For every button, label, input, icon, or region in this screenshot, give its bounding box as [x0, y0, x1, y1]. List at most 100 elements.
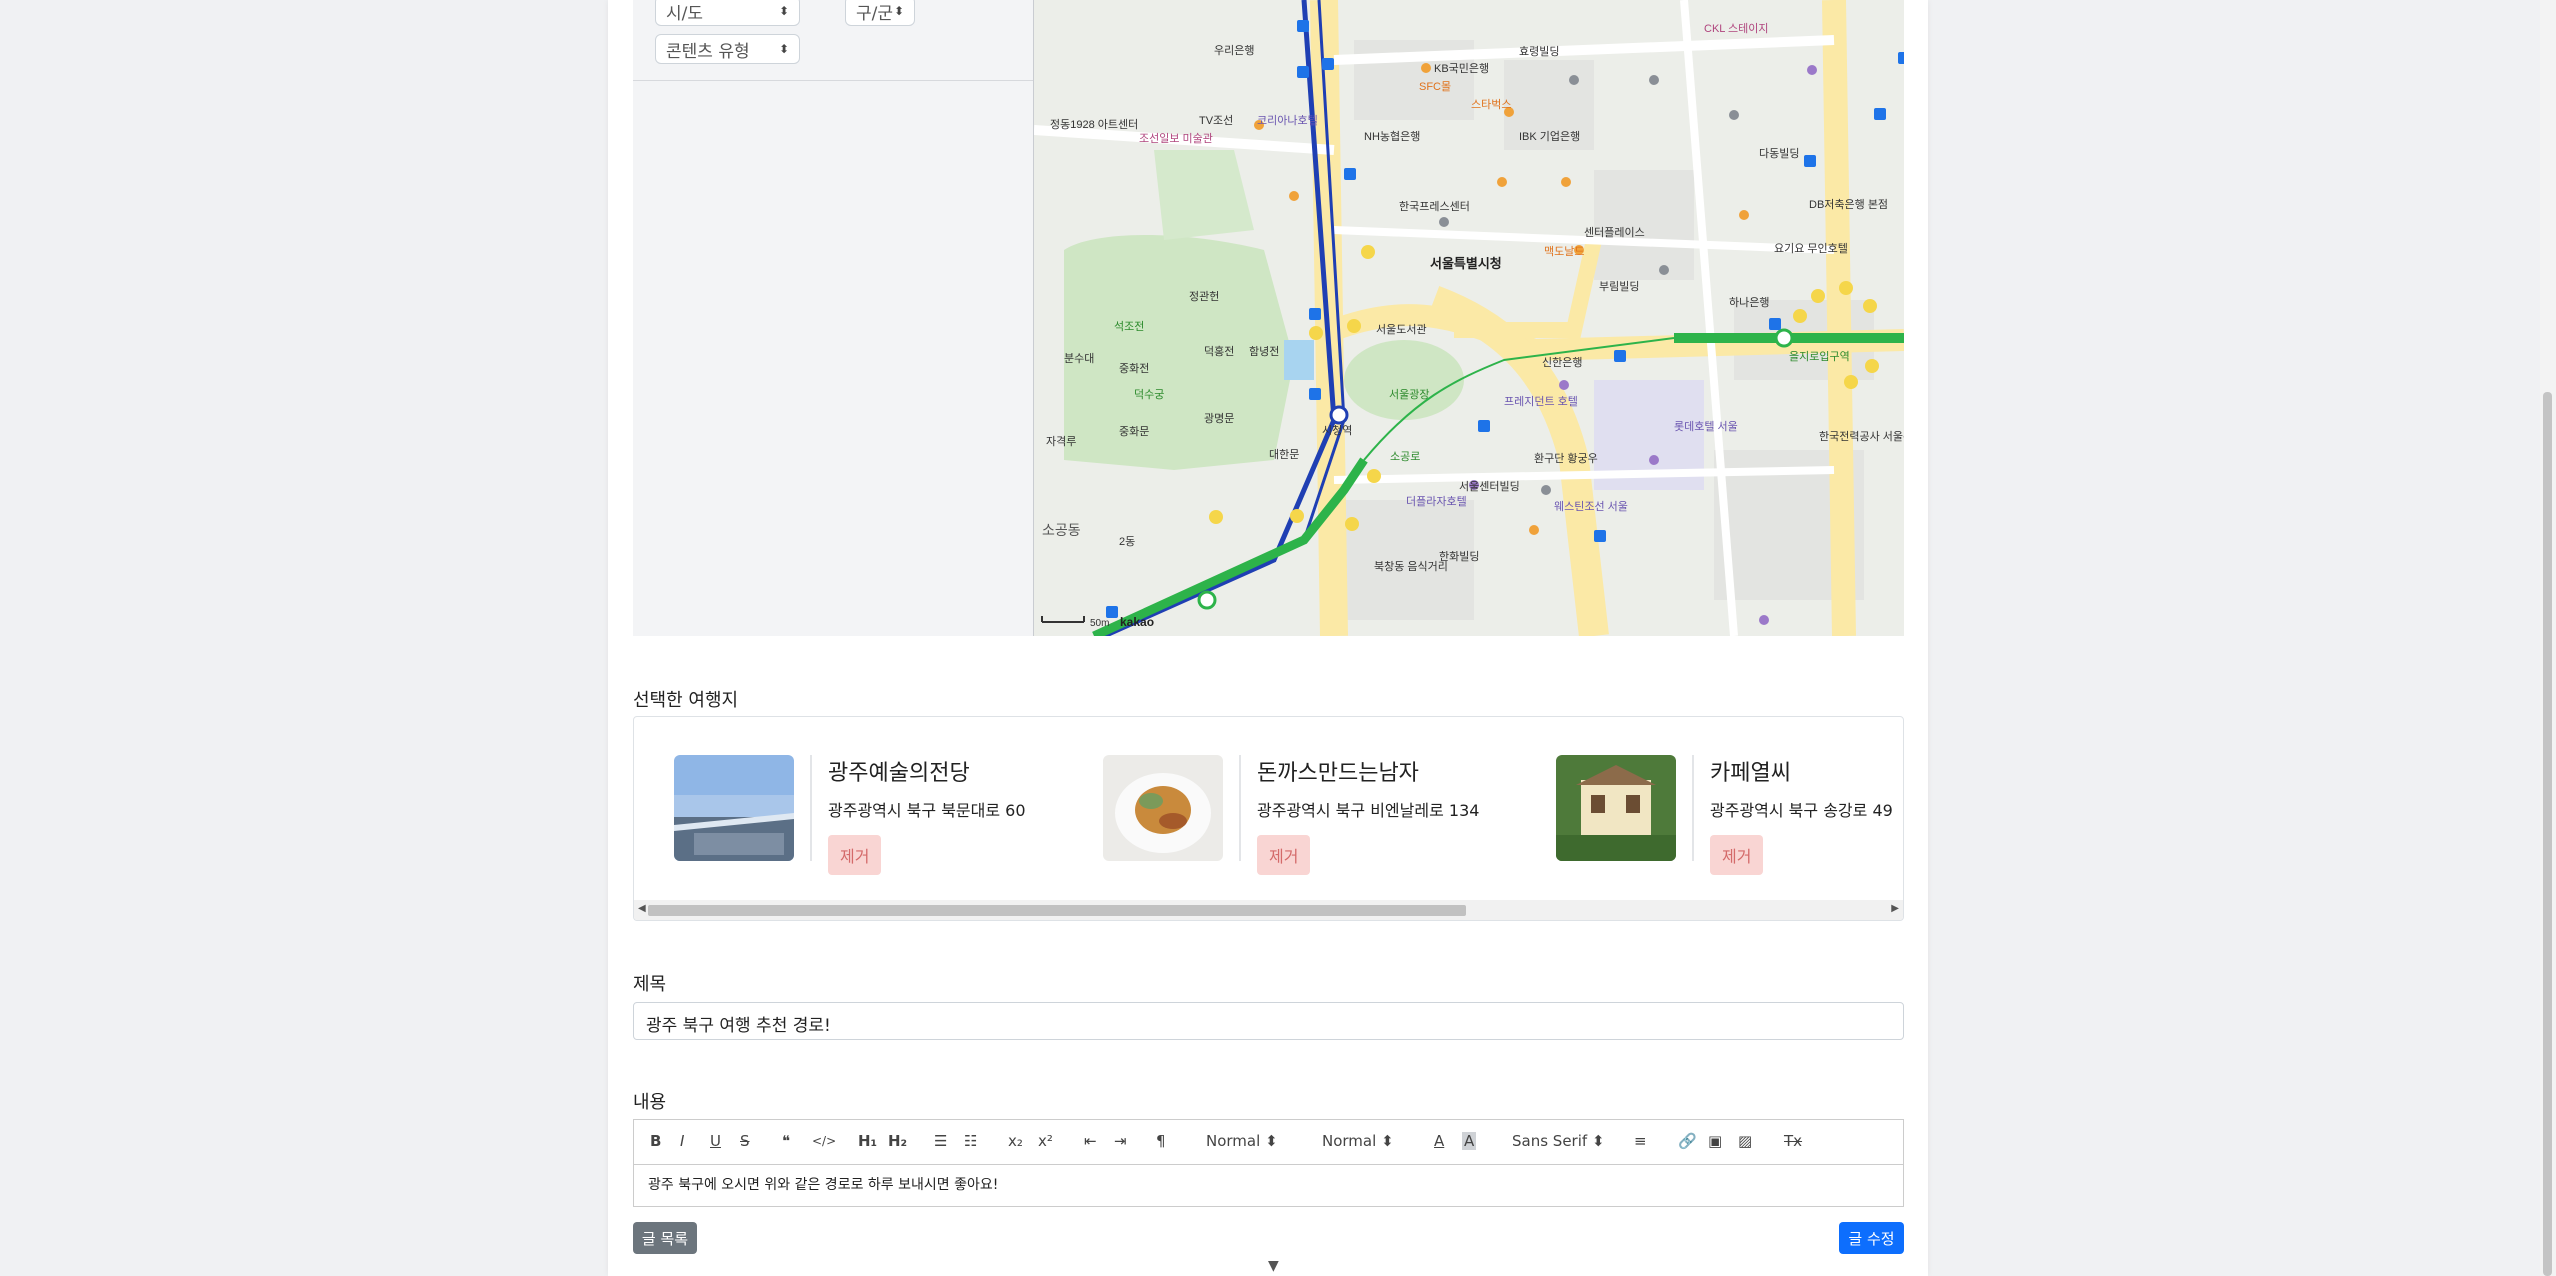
map-view[interactable]: 서울특별시청 서울도서관 서울광장 석조전 정관헌 덕홍전 함녕전 중화전 중화… [1034, 0, 1904, 636]
map-label-centre-place: 센터플레이스 [1584, 226, 1645, 239]
filter-panel [633, 0, 1035, 636]
map-label-tv-chosun: TV조선 [1199, 114, 1233, 127]
map-label-sogongro: 소공로 [1390, 450, 1420, 463]
map-label-dada: 다동빌딩 [1759, 147, 1799, 160]
map-label-city-hall-station: 시청역 [1322, 424, 1352, 437]
district-select[interactable]: 구/군 ⬍ [845, 0, 915, 26]
outdent-icon[interactable]: ⇤ [1084, 1132, 1097, 1150]
province-select[interactable]: 시/도 ⬍ [655, 0, 800, 26]
map-label-2dong: 2동 [1119, 536, 1135, 548]
align-icon[interactable]: ≡ [1634, 1132, 1647, 1150]
map-label-bunsudae: 분수대 [1064, 352, 1094, 365]
chevron-down-icon: ⬍ [778, 42, 789, 56]
map-label-chosun-museum: 조선일보 미술관 [1139, 131, 1213, 145]
map-label-seoul-center: 서울센터빌딩 [1459, 480, 1520, 493]
scroll-right-icon[interactable]: ▶ [1891, 903, 1899, 914]
text-color-button[interactable]: A [1434, 1132, 1444, 1150]
divider [1692, 755, 1694, 861]
province-select-value: 시/도 [666, 3, 704, 24]
strike-button[interactable]: S [740, 1132, 750, 1150]
divider [1239, 755, 1241, 861]
blockquote-button[interactable]: ❝ [782, 1132, 790, 1150]
subscript-button[interactable]: x₂ [1008, 1132, 1023, 1150]
map-label-ckl: CKL 스테이지 [1704, 22, 1769, 35]
h1-button[interactable]: H₁ [858, 1132, 877, 1150]
map-label-db: DB저축은행 본점 [1809, 198, 1888, 211]
map-label-korea-press: 한국프레스센터 [1399, 200, 1470, 213]
map-label-kb: KB국민은행 [1434, 62, 1489, 75]
remove-button[interactable]: 제거 [1710, 835, 1764, 875]
underline-button[interactable]: U [710, 1132, 721, 1150]
editor-content[interactable]: 광주 북구에 오시면 위와 같은 경로로 하루 보내시면 좋아요! [648, 1174, 998, 1194]
list-item: 광주예술의전당 광주광역시 북구 북문대로 60 제거 [674, 755, 1026, 875]
video-icon[interactable]: ▣ [1708, 1132, 1722, 1150]
ordered-list-icon[interactable]: ☰ [934, 1132, 947, 1150]
code-button[interactable]: </> [812, 1134, 836, 1148]
font-select[interactable]: Sans Serif ⬍ [1512, 1132, 1605, 1150]
remove-button[interactable]: 제거 [1257, 835, 1311, 875]
map-label-uri-bank: 우리은행 [1214, 44, 1254, 57]
chevron-down-icon: ⬍ [778, 4, 789, 18]
map-label-junghwamun: 중화문 [1119, 425, 1149, 438]
place-name: 돈까스만드는남자 [1257, 761, 1419, 786]
indent-icon[interactable]: ⇥ [1114, 1132, 1127, 1150]
header-select-value: Normal [1206, 1132, 1261, 1150]
chevron-down-icon: ⬍ [893, 4, 904, 18]
map-label-ibk: IBK 기업은행 [1519, 130, 1580, 143]
superscript-button[interactable]: x² [1038, 1132, 1053, 1150]
size-select-value: Normal [1322, 1132, 1377, 1150]
title-input[interactable]: 광주 북구 여행 추천 경로! [633, 1002, 1904, 1040]
place-thumbnail [674, 755, 794, 861]
edit-button[interactable]: 글 수정 [1839, 1222, 1904, 1254]
map-label-lotte-hotel: 롯데호텔 서울 [1674, 420, 1738, 433]
direction-rtl-button[interactable]: ¶ [1156, 1132, 1166, 1150]
header-select[interactable]: Normal ⬍ [1206, 1132, 1278, 1150]
list-item: 돈까스만드는남자 광주광역시 북구 비엔날레로 134 제거 [1103, 755, 1480, 875]
map-label-library: 서울도서관 [1376, 323, 1427, 336]
map-label-westin: 웨스틴조선 서울 [1554, 500, 1628, 513]
map-label-deoksugung: 덕수궁 [1134, 388, 1164, 401]
scrollbar-thumb[interactable] [648, 905, 1466, 916]
scroll-down-icon[interactable]: ▼ [1268, 1258, 1279, 1274]
italic-button[interactable]: I [680, 1132, 684, 1150]
map-label-seokjojeon: 석조전 [1114, 320, 1144, 333]
content-type-select[interactable]: 콘텐츠 유형 ⬍ [655, 34, 800, 64]
font-select-value: Sans Serif [1512, 1132, 1588, 1150]
list-button[interactable]: 글 목록 [633, 1222, 697, 1254]
h2-button[interactable]: H₂ [888, 1132, 907, 1150]
map-label-daehanmun: 대한문 [1269, 448, 1299, 461]
map-canvas[interactable]: 서울특별시청 서울도서관 서울광장 석조전 정관헌 덕홍전 함녕전 중화전 중화… [1034, 0, 1904, 636]
remove-button[interactable]: 제거 [828, 835, 882, 875]
selected-section-label: 선택한 여행지 [633, 690, 739, 711]
scroll-left-icon[interactable]: ◀ [638, 903, 646, 914]
chevron-updown-icon: ⬍ [1265, 1132, 1278, 1150]
content-type-select-value: 콘텐츠 유형 [666, 41, 750, 62]
rich-text-editor[interactable]: B I U S ❝ </> H₁ H₂ ☰ ☷ x₂ x² ⇤ ⇥ ¶ Norm… [633, 1119, 1904, 1207]
image-icon[interactable]: ▨ [1738, 1132, 1752, 1150]
page-scrollbar[interactable] [2540, 0, 2556, 1276]
place-address: 광주광역시 북구 송강로 49 [1710, 801, 1893, 820]
selected-places-list[interactable]: 광주예술의전당 광주광역시 북구 북문대로 60 제거 돈까스만드는남자 광주광… [633, 716, 1904, 921]
horizontal-scrollbar[interactable]: ◀ ▶ [634, 900, 1903, 920]
content-label: 내용 [633, 1092, 667, 1113]
map-label-hanwha: 한화빌딩 [1439, 550, 1479, 563]
title-label: 제목 [633, 974, 667, 995]
map-label-euljiro-entrance: 을지로입구역 [1789, 350, 1850, 363]
bullet-list-icon[interactable]: ☷ [964, 1132, 977, 1150]
place-address: 광주광역시 북구 비엔날레로 134 [1257, 801, 1480, 820]
map-label-hyoryeong: 효령빌딩 [1519, 45, 1559, 58]
clear-format-button[interactable]: Tx [1784, 1132, 1802, 1150]
map-label-hwangudan: 환구단 황궁우 [1534, 452, 1598, 465]
bold-button[interactable]: B [650, 1132, 661, 1150]
map-label-jeongdong: 정동1928 아트센터 [1050, 118, 1138, 131]
divider [810, 755, 812, 861]
page-scrollbar-thumb[interactable] [2543, 392, 2552, 1276]
map-label-sogong: 소공동 [1042, 522, 1081, 538]
place-thumbnail [1556, 755, 1676, 861]
background-color-button[interactable]: A [1462, 1132, 1477, 1150]
map-label-gwangmyeongmun: 광명문 [1204, 412, 1234, 425]
map-label-mcdonalds: 맥도날드 [1544, 245, 1584, 258]
district-select-value: 구/군 [856, 3, 894, 24]
link-icon[interactable]: 🔗 [1678, 1132, 1697, 1150]
size-select[interactable]: Normal ⬍ [1322, 1132, 1394, 1150]
